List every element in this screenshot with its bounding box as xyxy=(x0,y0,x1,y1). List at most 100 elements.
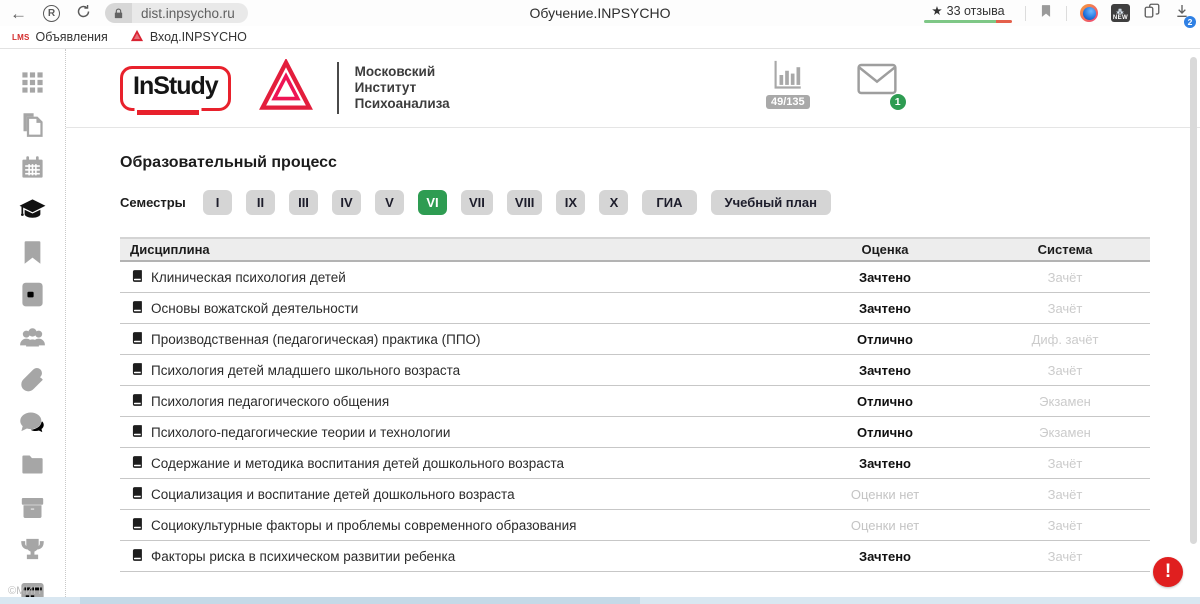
book-icon xyxy=(130,548,144,565)
extension-new-icon[interactable]: ⁂NEW xyxy=(1111,4,1130,22)
grade-value: Оценки нет xyxy=(790,518,980,533)
grade-value: Зачтено xyxy=(790,456,980,471)
semester-button-IX[interactable]: IX xyxy=(556,190,585,215)
book-icon xyxy=(130,362,144,379)
table-row[interactable]: Психология детей младшего школьного возр… xyxy=(120,355,1150,386)
discipline-name[interactable]: Содержание и методика воспитания детей д… xyxy=(151,456,564,471)
url-text: dist.inpsycho.ru xyxy=(132,3,248,23)
sidebar-item-video-file-icon[interactable] xyxy=(19,284,47,311)
grading-system: Зачёт xyxy=(980,549,1150,564)
semester-button-V[interactable]: V xyxy=(375,190,404,215)
semester-button-X[interactable]: X xyxy=(599,190,628,215)
grading-system: Зачёт xyxy=(980,518,1150,533)
discipline-name[interactable]: Психология детей младшего школьного возр… xyxy=(151,363,460,378)
discipline-name[interactable]: Клиническая психология детей xyxy=(151,270,346,285)
sidebar-item-graduation-cap-icon[interactable] xyxy=(19,199,47,226)
refresh-icon[interactable] xyxy=(76,4,91,22)
grade-value: Зачтено xyxy=(790,270,980,285)
sidebar-item-archive-icon[interactable] xyxy=(19,496,47,523)
table-row[interactable]: Клиническая психология детейЗачтеноЗачёт xyxy=(120,262,1150,293)
sidebar-item-folder-icon[interactable] xyxy=(19,454,47,481)
sidebar-item-bookmark-icon[interactable] xyxy=(19,241,47,268)
table-row[interactable]: Социализация и воспитание детей дошкольн… xyxy=(120,479,1150,510)
semester-button-ГИА[interactable]: ГИА xyxy=(642,190,696,215)
semester-button-Учебный план[interactable]: Учебный план xyxy=(711,190,831,215)
book-icon xyxy=(130,424,144,441)
graduation-cap-icon xyxy=(19,196,46,228)
semester-button-VII[interactable]: VII xyxy=(461,190,493,215)
video-file-icon xyxy=(19,281,46,313)
table-row[interactable]: Психолого-педагогические теории и технол… xyxy=(120,417,1150,448)
grade-value: Отлично xyxy=(790,394,980,409)
grade-value: Зачтено xyxy=(790,549,980,564)
site-header: InStudy Московский Институт Психоанализа xyxy=(66,49,1200,128)
semester-button-III[interactable]: III xyxy=(289,190,318,215)
mail-button[interactable]: 1 xyxy=(856,62,898,109)
alert-notification-button[interactable]: ! xyxy=(1153,557,1183,587)
sidebar-item-calendar-icon[interactable] xyxy=(19,156,47,183)
bookmark-item-announcements[interactable]: LMS Объявления xyxy=(12,30,108,44)
discipline-name[interactable]: Психолого-педагогические теории и технол… xyxy=(151,425,450,440)
table-row[interactable]: Производственная (педагогическая) практи… xyxy=(120,324,1150,355)
table-row[interactable]: Основы вожатской деятельностиЗачтеноЗачё… xyxy=(120,293,1150,324)
semester-button-VI[interactable]: VI xyxy=(418,190,447,215)
bookmark-item-login[interactable]: Вход.INPSYCHO xyxy=(130,29,247,45)
horizontal-scrollbar-thumb[interactable] xyxy=(80,597,640,604)
grading-system: Зачёт xyxy=(980,487,1150,502)
sidebar-item-people-icon[interactable] xyxy=(19,326,47,353)
bookmark-flag-icon[interactable] xyxy=(1039,3,1053,24)
browser-toolbar: ← Я dist.inpsycho.ru Обучение.INPSYCHO ★… xyxy=(0,0,1200,26)
book-icon xyxy=(130,393,144,410)
bookmark-icon xyxy=(19,239,46,271)
downloads-badge: 2 xyxy=(1184,16,1196,28)
discipline-name[interactable]: Факторы риска в психическом развитии реб… xyxy=(151,549,455,564)
semesters-label: Семестры xyxy=(120,195,203,210)
discipline-name[interactable]: Социокультурные факторы и проблемы совре… xyxy=(151,518,576,533)
site-reviews[interactable]: ★ 33 отзыва xyxy=(924,3,1012,23)
address-bar[interactable]: dist.inpsycho.ru xyxy=(105,3,248,23)
table-row[interactable]: Социокультурные факторы и проблемы совре… xyxy=(120,510,1150,541)
discipline-name[interactable]: Психология педагогического общения xyxy=(151,394,389,409)
vertical-scrollbar[interactable] xyxy=(1190,57,1197,544)
grading-system: Экзамен xyxy=(980,394,1150,409)
documents-icon xyxy=(19,111,46,143)
sidebar-item-paperclip-icon[interactable] xyxy=(19,369,47,396)
sidebar-item-grid-icon[interactable] xyxy=(19,71,47,98)
book-icon xyxy=(130,486,144,503)
semester-button-VIII[interactable]: VIII xyxy=(507,190,543,215)
table-row[interactable]: Содержание и методика воспитания детей д… xyxy=(120,448,1150,479)
table-header: Дисциплина Оценка Система xyxy=(120,237,1150,262)
sidebar-item-chat-icon[interactable] xyxy=(19,411,47,438)
book-icon xyxy=(130,517,144,534)
mip-triangle-logo xyxy=(257,59,315,118)
bookmarks-bar: LMS Объявления Вход.INPSYCHO xyxy=(0,26,1200,49)
extension-orb-icon[interactable] xyxy=(1080,4,1098,22)
sidebar: ©МИП xyxy=(0,49,66,603)
grid-icon xyxy=(19,69,46,101)
progress-stats[interactable]: 49/135 xyxy=(766,58,810,109)
discipline-name[interactable]: Производственная (педагогическая) практи… xyxy=(151,332,481,347)
table-row[interactable]: Психология педагогического общения Отличн… xyxy=(120,386,1150,417)
table-row[interactable]: Факторы риска в психическом развитии реб… xyxy=(120,541,1150,572)
mail-unread-badge: 1 xyxy=(889,93,907,111)
semester-button-I[interactable]: I xyxy=(203,190,232,215)
grading-system: Зачёт xyxy=(980,363,1150,378)
yandex-profile-icon[interactable]: Я xyxy=(43,5,60,22)
star-icon: ★ xyxy=(931,3,942,18)
book-icon xyxy=(130,300,144,317)
semester-button-IV[interactable]: IV xyxy=(332,190,361,215)
reviews-count: 33 отзыва xyxy=(947,4,1005,18)
sidebar-item-trophy-icon[interactable] xyxy=(19,539,47,566)
grades-table: Дисциплина Оценка Система Клиническая пс… xyxy=(120,237,1150,572)
bar-chart-icon xyxy=(770,58,806,97)
page-title: Образовательный процесс xyxy=(120,154,1150,172)
grade-value: Отлично xyxy=(790,332,980,347)
side-panel-icon[interactable] xyxy=(1143,2,1161,25)
downloads-icon[interactable]: 2 xyxy=(1174,3,1190,24)
back-icon[interactable]: ← xyxy=(10,5,27,22)
discipline-name[interactable]: Социализация и воспитание детей дошкольн… xyxy=(151,487,515,502)
discipline-name[interactable]: Основы вожатской деятельности xyxy=(151,301,358,316)
sidebar-item-documents-icon[interactable] xyxy=(19,114,47,141)
book-icon xyxy=(130,269,144,286)
semester-button-II[interactable]: II xyxy=(246,190,275,215)
